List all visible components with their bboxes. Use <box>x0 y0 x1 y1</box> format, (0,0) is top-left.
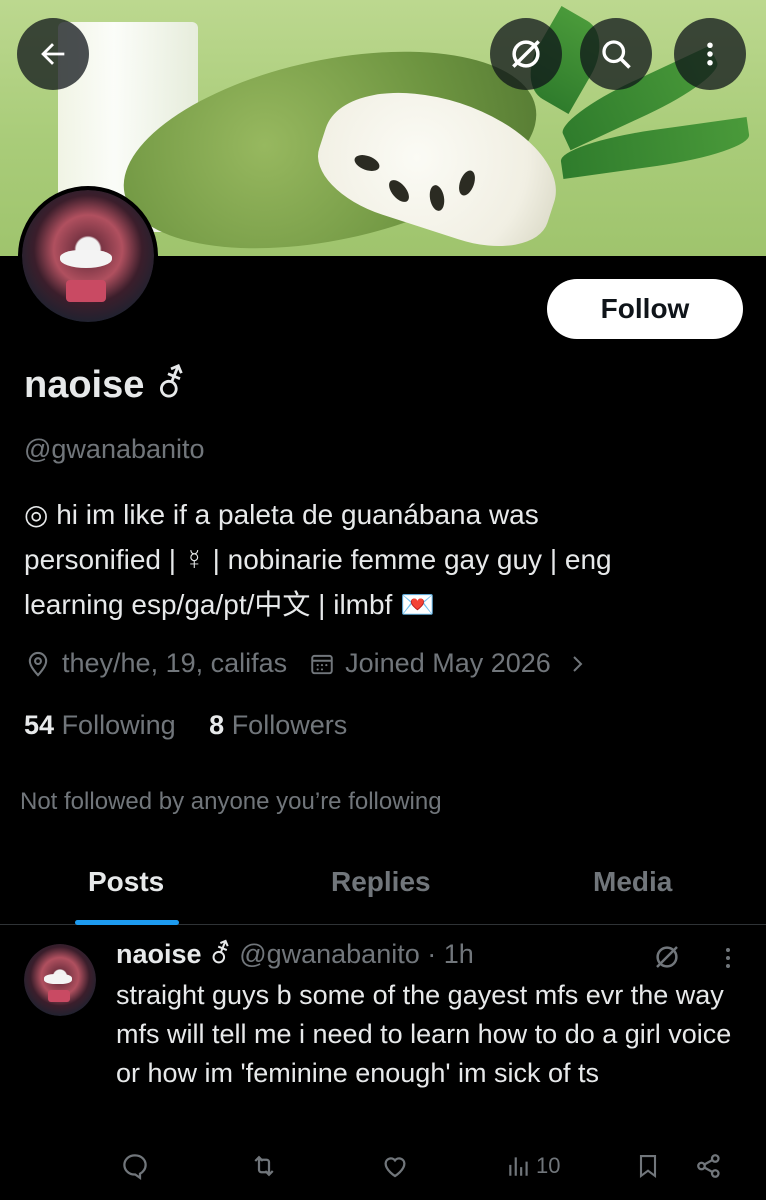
bio-line: ◎ hi im like if a paleta de guanábana wa… <box>24 499 539 530</box>
search-button[interactable] <box>580 18 652 90</box>
profile-avatar[interactable] <box>18 186 158 326</box>
tab-media[interactable]: Media <box>593 866 672 898</box>
views-button[interactable]: 10 <box>506 1148 560 1184</box>
like-icon[interactable] <box>379 1148 411 1184</box>
profile-bio: ◎ hi im like if a paleta de guanábana wa… <box>24 492 724 627</box>
more-vertical-icon <box>695 39 725 69</box>
share-icon[interactable] <box>694 1148 724 1184</box>
display-name: naoise ⚦ <box>24 364 187 406</box>
active-tab-indicator <box>75 920 179 925</box>
followers-link[interactable]: 8 Followers <box>209 710 347 740</box>
following-label: Following <box>61 710 176 740</box>
reply-icon[interactable] <box>120 1148 150 1184</box>
follow-counts: 54 Following 8 Followers <box>24 710 347 741</box>
following-link[interactable]: 54 Following <box>24 710 176 740</box>
bio-line: personified | ☿ | nobinarie femme gay gu… <box>24 544 612 575</box>
follow-button[interactable]: Follow <box>547 279 743 339</box>
bookmark-icon[interactable] <box>634 1148 662 1184</box>
repost-icon[interactable] <box>248 1148 280 1184</box>
avatar-image <box>22 190 154 322</box>
grok-button[interactable] <box>490 18 562 90</box>
not-followed-notice: Not followed by anyone you’re following <box>20 788 442 815</box>
profile-tabs: Posts Replies Media <box>0 852 766 925</box>
post-text: straight guys b some of the gayest mfs e… <box>116 980 732 1088</box>
location-pin-icon <box>24 650 52 678</box>
profile-handle: @gwanabanito <box>24 434 205 464</box>
tab-posts[interactable]: Posts <box>88 866 164 898</box>
location-text: they/he, 19, califas <box>62 648 288 678</box>
grok-icon[interactable] <box>652 942 682 972</box>
views-icon <box>506 1152 532 1180</box>
followers-count: 8 <box>209 710 225 740</box>
search-icon <box>598 36 634 72</box>
post-time[interactable]: · 1h <box>427 939 474 969</box>
following-count: 54 <box>24 710 55 740</box>
post-avatar-image <box>24 944 96 1016</box>
tab-replies[interactable]: Replies <box>331 866 431 898</box>
post-header: naoise ⚦ @gwanabanito · 1h <box>116 939 474 970</box>
joined-text: Joined May 2026 <box>345 648 551 678</box>
post-author-handle[interactable]: @gwanabanito <box>239 939 420 969</box>
bio-line: learning esp/ga/pt/中文 | ilmbf 💌 <box>24 589 435 620</box>
views-count: 10 <box>536 1153 561 1178</box>
post-author-name[interactable]: naoise ⚦ <box>116 939 232 969</box>
more-button[interactable] <box>674 18 746 90</box>
post-more-icon[interactable] <box>716 944 740 972</box>
followers-label: Followers <box>231 710 348 740</box>
post-avatar[interactable] <box>24 944 96 1016</box>
profile-meta: they/he, 19, califas Joined May 2026 <box>24 648 589 679</box>
arrow-left-icon <box>36 37 70 71</box>
back-button[interactable] <box>17 18 89 90</box>
grok-icon <box>507 35 545 73</box>
chevron-right-icon[interactable] <box>565 652 589 676</box>
calendar-icon <box>309 651 335 677</box>
